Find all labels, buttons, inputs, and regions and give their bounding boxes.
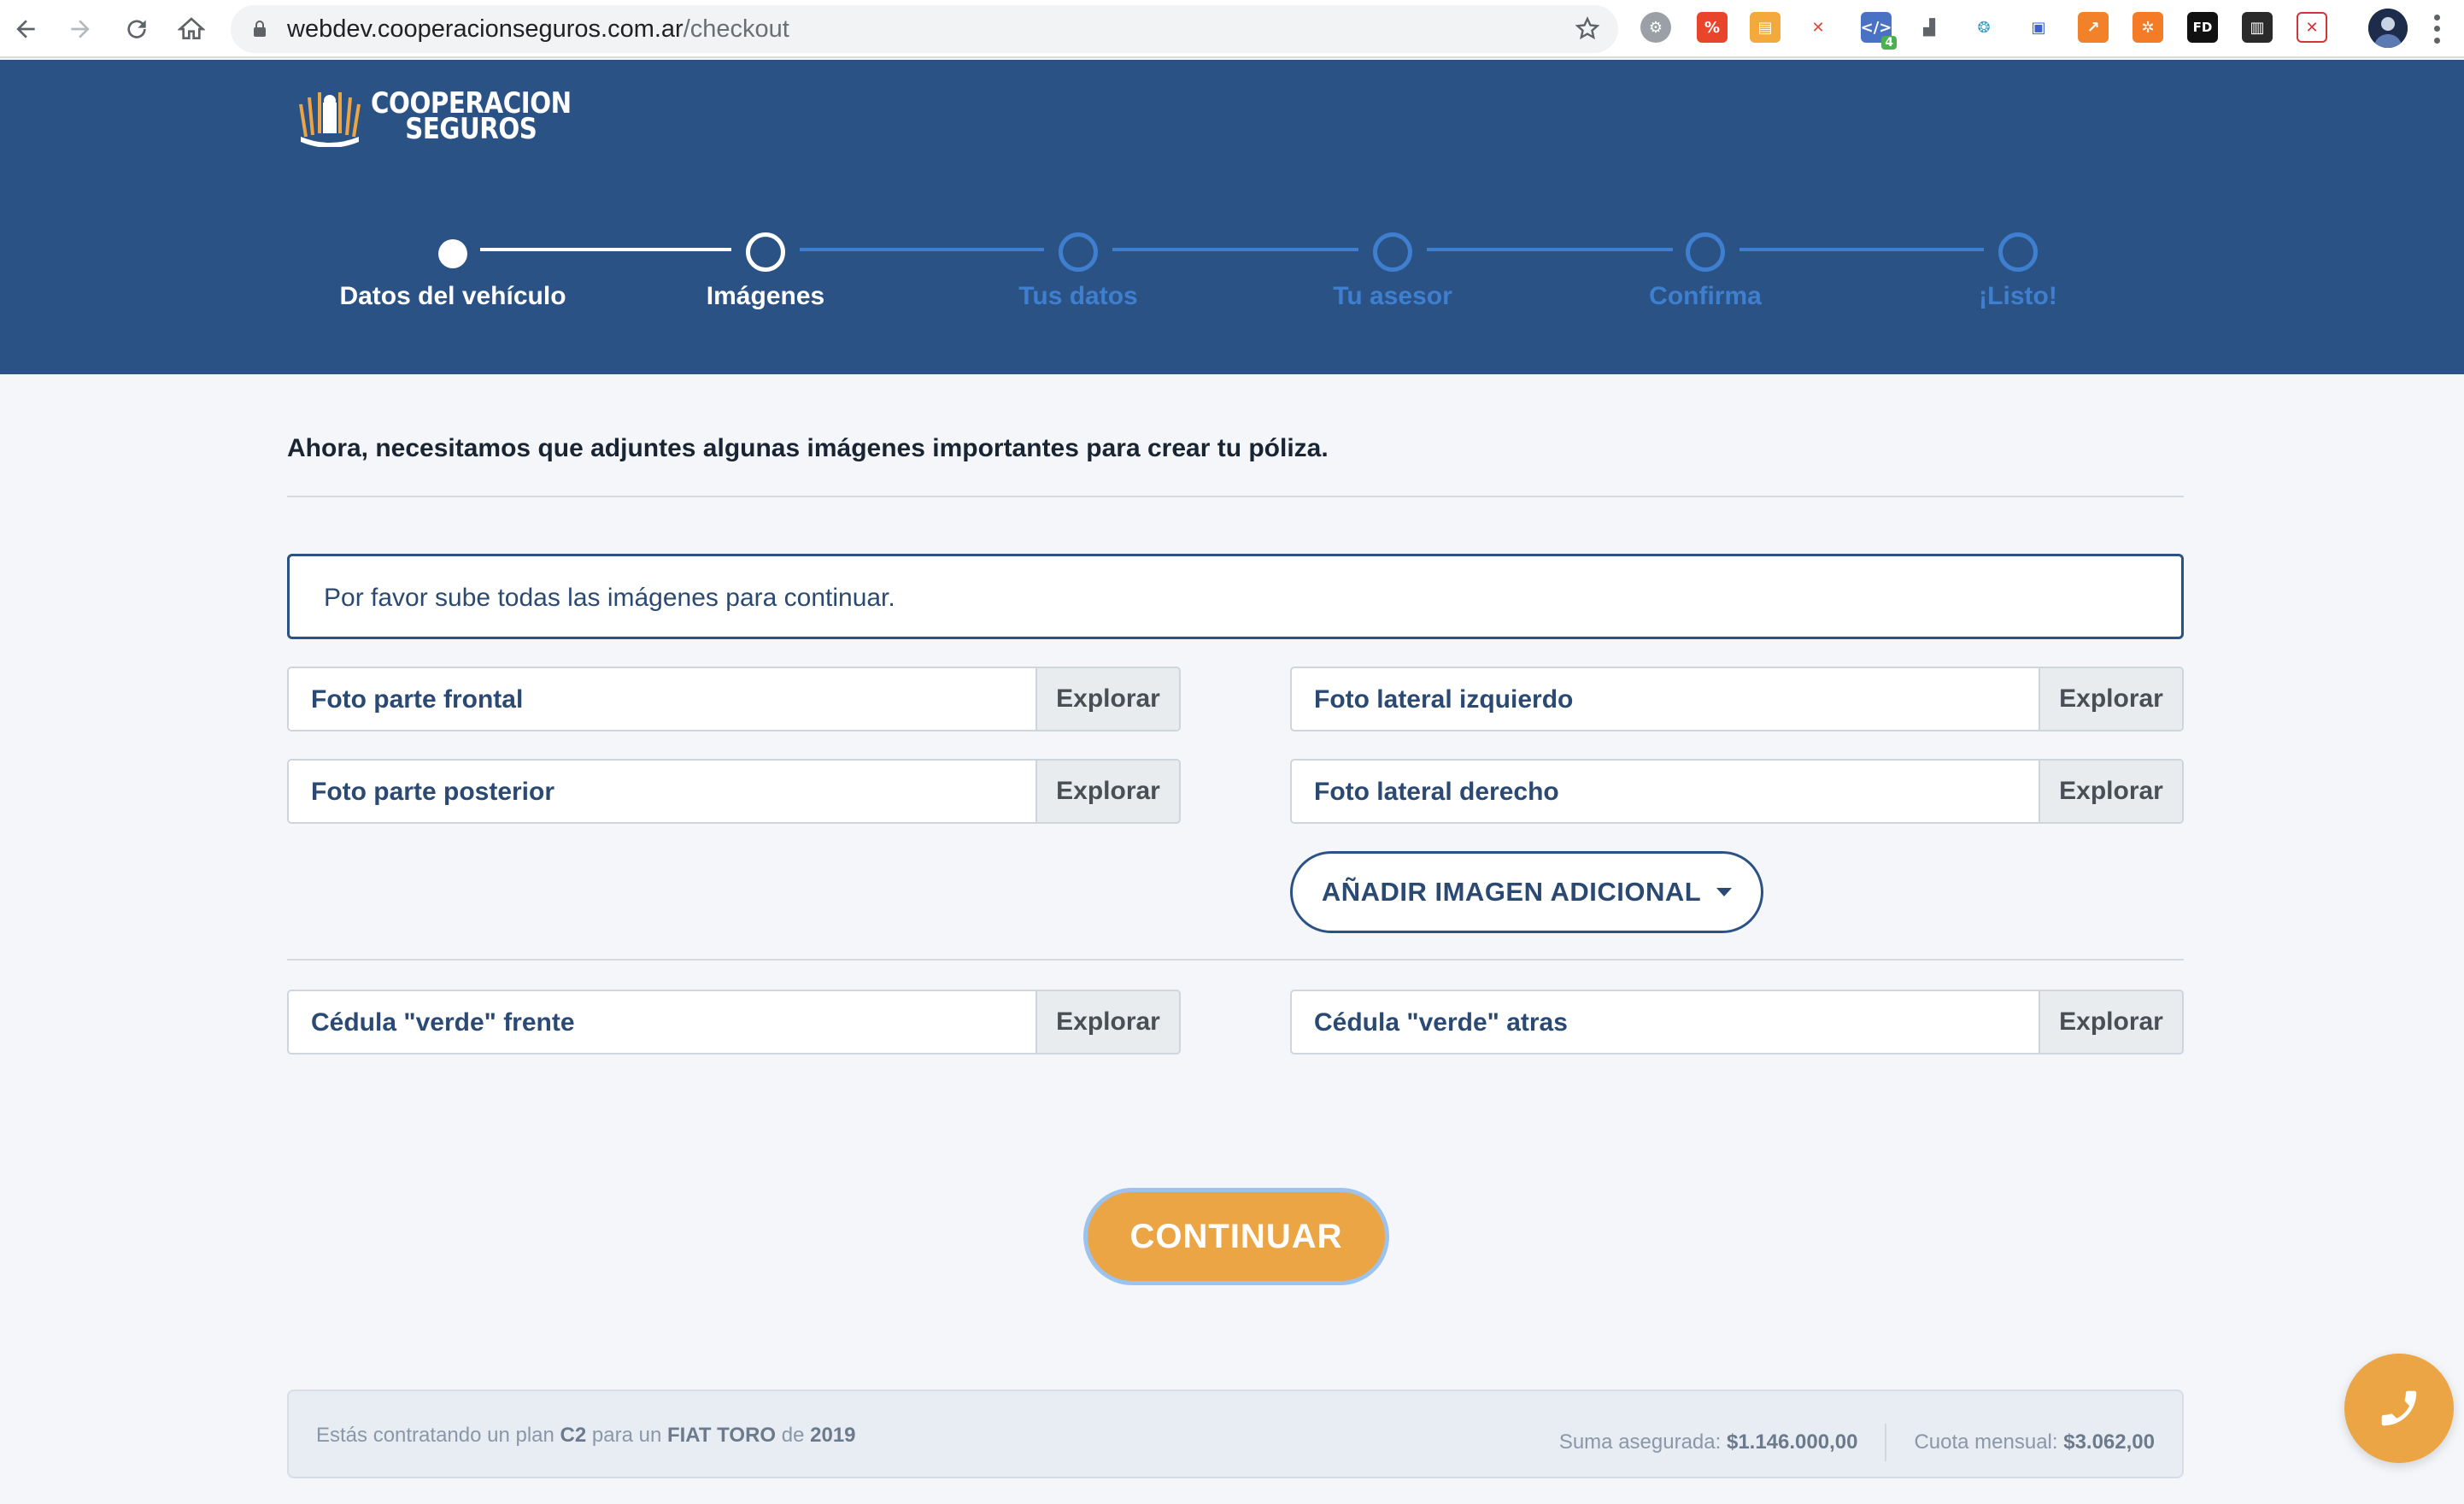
phone-contact-button[interactable] — [2344, 1354, 2454, 1463]
bookmark-star-icon[interactable] — [1574, 15, 1601, 43]
upload-right-photo[interactable]: Foto lateral derecho Explorar — [1290, 759, 2184, 824]
fd-icon[interactable]: FD — [2187, 12, 2218, 43]
browser-toolbar: webdev.cooperacionseguros.com.ar/checkou… — [0, 0, 2464, 58]
grid-icon[interactable]: ✕ — [1803, 12, 1833, 43]
step-connector — [1427, 248, 1673, 251]
seo-icon[interactable]: ▟ — [1914, 12, 1945, 43]
separator — [1885, 1424, 1887, 1461]
upload-label: Foto lateral derecho — [1314, 778, 1559, 806]
page-instructions: Ahora, necesitamos que adjuntes algunas … — [287, 434, 1329, 462]
plan-summary-bar: Estás contratando un plan C2 para un FIA… — [287, 1389, 2184, 1478]
reload-icon[interactable] — [118, 10, 155, 48]
upload-green-card-back[interactable]: Cédula "verde" atras Explorar — [1290, 990, 2184, 1055]
continue-button[interactable]: CONTINUAR — [1083, 1188, 1389, 1285]
upload-green-card-front[interactable]: Cédula "verde" frente Explorar — [287, 990, 1181, 1055]
step-label: Tus datos — [1018, 282, 1138, 310]
step-connector — [480, 248, 731, 251]
address-bar[interactable]: webdev.cooperacionseguros.com.ar/checkou… — [231, 5, 1618, 53]
step-label: Imágenes — [706, 282, 825, 310]
upload-rear-photo[interactable]: Foto parte posterior Explorar — [287, 759, 1181, 824]
upload-label: Foto parte posterior — [311, 778, 555, 806]
step-pending-dot — [1059, 232, 1098, 272]
step-pending-dot — [1998, 232, 2038, 272]
url-text: webdev.cooperacionseguros.com.ar/checkou… — [287, 15, 789, 43]
add-additional-image-button[interactable]: AÑADIR IMAGEN ADICIONAL — [1290, 851, 1763, 933]
logo-mark-icon — [299, 92, 361, 147]
divider — [287, 496, 2184, 497]
browse-button[interactable]: Explorar — [2039, 991, 2182, 1053]
code-icon[interactable]: </> 4 — [1861, 12, 1897, 50]
plan-amounts: Suma asegurada: $1.146.000,00 Cuota mens… — [1559, 1424, 2155, 1461]
phone-icon — [2381, 1390, 2417, 1426]
reader-icon[interactable]: ▥ — [2242, 12, 2273, 43]
chart-icon[interactable]: ↗ — [2078, 12, 2109, 43]
profile-avatar[interactable] — [2368, 9, 2408, 48]
step-current-dot — [746, 232, 785, 272]
site-header: COOPERACION SEGUROS Datos del vehículo I… — [0, 60, 2464, 374]
upload-left-photo[interactable]: Foto lateral izquierdo Explorar — [1290, 667, 2184, 731]
brand-logo[interactable]: COOPERACION SEGUROS — [294, 85, 604, 147]
upload-label: Cédula "verde" atras — [1314, 1008, 1568, 1037]
forward-icon[interactable] — [62, 10, 99, 48]
upload-front-photo[interactable]: Foto parte frontal Explorar — [287, 667, 1181, 731]
home-icon[interactable] — [173, 10, 210, 48]
step-label: Confirma — [1649, 282, 1762, 310]
insured-amount: Suma asegurada: $1.146.000,00 — [1558, 1431, 1858, 1454]
calendar-icon[interactable]: ▤ — [1750, 12, 1781, 43]
gear-icon[interactable]: ⚙ — [1640, 12, 1671, 43]
vehicle-name: FIAT TORO — [666, 1424, 777, 1447]
step-pending-dot — [1373, 232, 1412, 272]
divider — [287, 959, 2184, 961]
upload-label: Foto lateral izquierdo — [1314, 685, 1574, 714]
step-label: ¡Listo! — [1979, 282, 2057, 310]
step-pending-dot — [1686, 232, 1725, 272]
back-icon[interactable] — [7, 10, 44, 48]
brand-name: COOPERACION SEGUROS — [371, 86, 572, 146]
step-connector — [1112, 248, 1358, 251]
browse-button[interactable]: Explorar — [2039, 761, 2182, 822]
upload-label: Foto parte frontal — [311, 685, 524, 714]
flag-icon[interactable]: % — [1697, 12, 1728, 43]
translate-icon[interactable]: ▣ — [2023, 12, 2054, 43]
browser-menu-icon[interactable] — [2432, 12, 2442, 46]
caret-down-icon — [1716, 888, 1733, 896]
hubspot-icon[interactable]: ✲ — [2133, 12, 2163, 43]
step-connector — [1739, 248, 1984, 251]
browse-button[interactable]: Explorar — [1035, 761, 1179, 822]
browse-button[interactable]: Explorar — [1035, 668, 1179, 730]
browse-button[interactable]: Explorar — [2039, 668, 2182, 730]
block-icon[interactable]: ✕ — [2297, 12, 2327, 43]
upload-notice: Por favor sube todas las imágenes para c… — [287, 554, 2184, 639]
browse-button[interactable]: Explorar — [1035, 991, 1179, 1053]
globe-icon[interactable]: ❂ — [1968, 12, 1999, 43]
plan-description: Estás contratando un plan C2 para un FIA… — [316, 1424, 856, 1447]
step-complete-dot — [438, 239, 467, 268]
add-image-label: AÑADIR IMAGEN ADICIONAL — [1321, 877, 1702, 907]
step-label: Datos del vehículo — [339, 282, 566, 310]
monthly-fee: Cuota mensual: $3.062,00 — [1914, 1431, 2155, 1454]
step-connector — [800, 248, 1044, 251]
step-label: Tu asesor — [1333, 282, 1452, 310]
lock-icon — [254, 21, 266, 37]
notice-text: Por favor sube todas las imágenes para c… — [324, 584, 895, 612]
vehicle-year: 2019 — [810, 1424, 856, 1447]
plan-name: C2 — [560, 1424, 587, 1447]
upload-label: Cédula "verde" frente — [311, 1008, 575, 1037]
